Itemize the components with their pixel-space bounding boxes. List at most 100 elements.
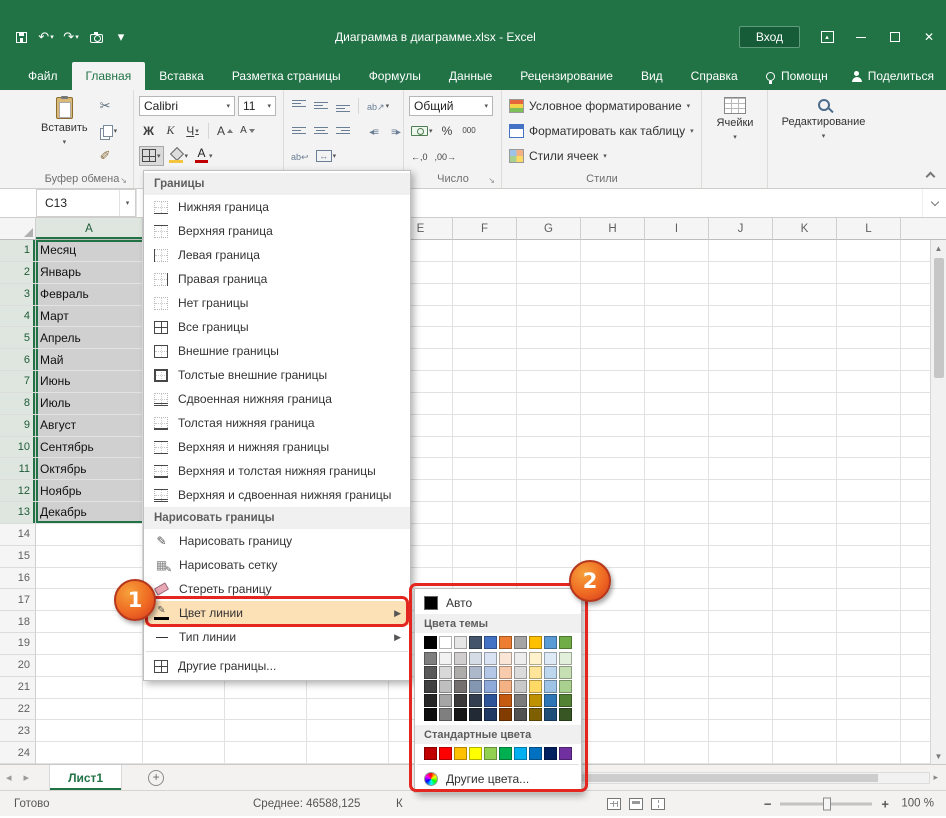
vertical-scrollbar-thumb[interactable]	[934, 258, 944, 378]
theme-variant-swatch[interactable]	[559, 666, 572, 679]
theme-color-swatch[interactable]	[514, 636, 527, 649]
theme-variant-swatch[interactable]	[424, 666, 437, 679]
cell-J17[interactable]	[709, 589, 773, 611]
font-color-button[interactable]: А▾	[193, 146, 215, 166]
tab-review[interactable]: Рецензирование	[506, 62, 627, 90]
theme-variant-swatch[interactable]	[439, 694, 452, 707]
cell-L23[interactable]	[837, 720, 901, 742]
share-button[interactable]: Поделиться	[840, 62, 946, 90]
cell-I18[interactable]	[645, 611, 709, 633]
maximize-button[interactable]	[878, 14, 912, 60]
cell-H10[interactable]	[581, 437, 645, 459]
theme-variant-swatch[interactable]	[484, 652, 497, 665]
row-header-6[interactable]: 6	[0, 349, 36, 371]
format-painter-button[interactable]	[98, 146, 120, 166]
theme-variant-swatch[interactable]	[499, 680, 512, 693]
cell-F4[interactable]	[453, 306, 517, 328]
cell-G12[interactable]	[517, 480, 581, 502]
cell-C24[interactable]	[225, 742, 307, 764]
cell-J14[interactable]	[709, 524, 773, 546]
menu-item-line-style[interactable]: Тип линии▶	[144, 625, 410, 649]
cell-D24[interactable]	[307, 742, 389, 764]
cell-L19[interactable]	[837, 633, 901, 655]
cell-I6[interactable]	[645, 349, 709, 371]
copy-button[interactable]: ▾	[98, 121, 120, 141]
cell-K17[interactable]	[773, 589, 837, 611]
font-name-combobox[interactable]: Calibri▾	[139, 96, 235, 116]
cell-K11[interactable]	[773, 458, 837, 480]
cell-L14[interactable]	[837, 524, 901, 546]
font-size-combobox[interactable]: 11▾	[238, 96, 276, 116]
align-left-button[interactable]	[289, 121, 308, 141]
cell-K19[interactable]	[773, 633, 837, 655]
cell-I23[interactable]	[645, 720, 709, 742]
menu-item-top-and-bottom-border[interactable]: Верхняя и нижняя границы	[144, 435, 410, 459]
standard-color-swatch[interactable]	[544, 747, 557, 760]
cell-A13[interactable]: Декабрь	[36, 502, 143, 524]
cell-H19[interactable]	[581, 633, 645, 655]
cell-A21[interactable]	[36, 677, 143, 699]
cell-J8[interactable]	[709, 393, 773, 415]
cell-B22[interactable]	[143, 699, 225, 721]
cell-K6[interactable]	[773, 349, 837, 371]
theme-variant-swatch[interactable]	[469, 694, 482, 707]
align-center-button[interactable]	[311, 121, 330, 141]
cell-K2[interactable]	[773, 262, 837, 284]
decrease-indent-button[interactable]	[364, 121, 383, 141]
menu-item-thick-bottom-border[interactable]: Толстая нижняя граница	[144, 411, 410, 435]
cell-I19[interactable]	[645, 633, 709, 655]
borders-button[interactable]: ▾	[139, 146, 164, 166]
cell-J20[interactable]	[709, 655, 773, 677]
cell-L1[interactable]	[837, 240, 901, 262]
cell-G5[interactable]	[517, 327, 581, 349]
cell-F10[interactable]	[453, 437, 517, 459]
cells-button[interactable]: Ячейки ▾	[707, 93, 763, 141]
cell-K8[interactable]	[773, 393, 837, 415]
cell-A11[interactable]: Октябрь	[36, 458, 143, 480]
cell-I8[interactable]	[645, 393, 709, 415]
cell-J1[interactable]	[709, 240, 773, 262]
cell-J7[interactable]	[709, 371, 773, 393]
cell-L17[interactable]	[837, 589, 901, 611]
cell-G10[interactable]	[517, 437, 581, 459]
cell-L10[interactable]	[837, 437, 901, 459]
cell-I15[interactable]	[645, 546, 709, 568]
comma-style-button[interactable]: 000	[460, 121, 479, 141]
column-header-F[interactable]: F	[453, 218, 517, 240]
theme-variant-swatch[interactable]	[514, 652, 527, 665]
theme-variant-swatch[interactable]	[499, 708, 512, 721]
assistant-button[interactable]: Помощн	[754, 62, 840, 90]
more-colors-item[interactable]: Другие цвета...	[415, 767, 581, 790]
cell-J10[interactable]	[709, 437, 773, 459]
tab-page-layout[interactable]: Разметка страницы	[218, 62, 355, 90]
theme-variant-swatch[interactable]	[559, 680, 572, 693]
cell-H1[interactable]	[581, 240, 645, 262]
theme-variant-swatch[interactable]	[499, 652, 512, 665]
cell-L24[interactable]	[837, 742, 901, 764]
sheet-tab-list1[interactable]: Лист1	[49, 765, 122, 790]
minimize-button[interactable]	[844, 14, 878, 60]
cell-G9[interactable]	[517, 415, 581, 437]
cell-K21[interactable]	[773, 677, 837, 699]
zoom-slider[interactable]	[780, 802, 872, 805]
row-header-5[interactable]: 5	[0, 327, 36, 349]
cell-J9[interactable]	[709, 415, 773, 437]
cell-G6[interactable]	[517, 349, 581, 371]
cell-G2[interactable]	[517, 262, 581, 284]
theme-color-swatch[interactable]	[469, 636, 482, 649]
menu-item-line-color[interactable]: Цвет линии▶	[144, 601, 410, 625]
cell-K14[interactable]	[773, 524, 837, 546]
row-header-7[interactable]: 7	[0, 371, 36, 393]
cell-L12[interactable]	[837, 480, 901, 502]
row-header-4[interactable]: 4	[0, 306, 36, 328]
cell-G3[interactable]	[517, 284, 581, 306]
theme-variant-swatch[interactable]	[499, 666, 512, 679]
theme-variant-swatch[interactable]	[484, 666, 497, 679]
standard-color-swatch[interactable]	[559, 747, 572, 760]
theme-variant-swatch[interactable]	[454, 652, 467, 665]
auto-color-item[interactable]: Авто	[415, 591, 581, 614]
page-layout-view-button[interactable]	[629, 798, 643, 810]
theme-variant-swatch[interactable]	[484, 680, 497, 693]
cell-L15[interactable]	[837, 546, 901, 568]
theme-variant-swatch[interactable]	[544, 680, 557, 693]
